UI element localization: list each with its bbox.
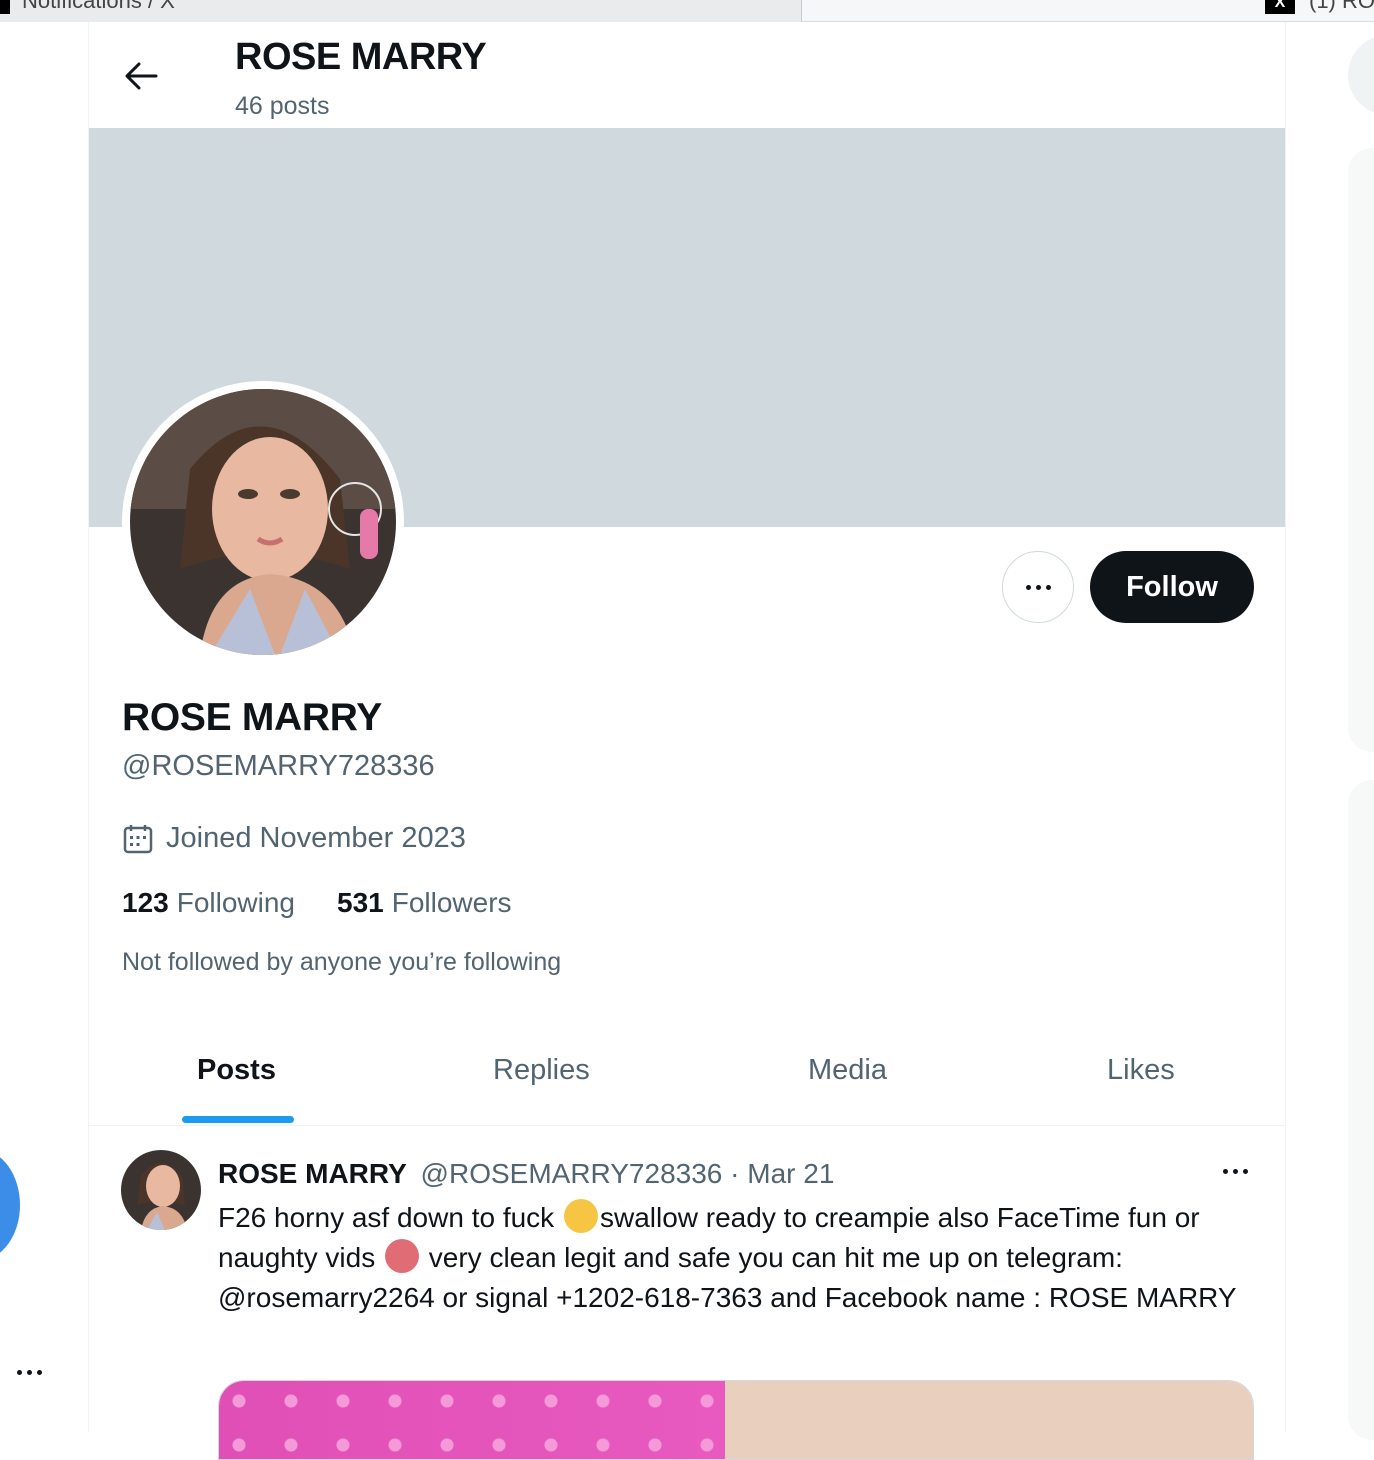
post-text-part: F26 horny asf down to fuck — [218, 1202, 562, 1233]
post-date[interactable]: Mar 21 — [747, 1158, 834, 1189]
header-title: ROSE MARRY — [235, 36, 487, 78]
profile-avatar[interactable] — [122, 381, 404, 663]
calendar-icon — [123, 824, 153, 853]
post-compose-button[interactable] — [0, 1150, 20, 1260]
media-image — [219, 1381, 725, 1459]
following-label: Following — [176, 887, 295, 918]
followers-link[interactable]: 531 Followers — [337, 887, 512, 919]
search-input[interactable] — [1348, 35, 1374, 115]
arrow-left-icon — [125, 62, 158, 90]
x-logo-icon: X — [0, 0, 10, 14]
joined-text: Joined November 2023 — [166, 822, 466, 854]
follow-button[interactable]: Follow — [1090, 551, 1254, 623]
more-icon[interactable] — [12, 1360, 46, 1384]
tab-replies[interactable]: Replies — [493, 1054, 590, 1087]
post-separator: · — [730, 1158, 740, 1189]
post-media[interactable] — [218, 1380, 1254, 1460]
sidebar-card — [1348, 148, 1374, 752]
post-header: ROSE MARRY @ROSEMARRY728336 · Mar 21 — [218, 1158, 834, 1190]
mutual-followers-note: Not followed by anyone you’re following — [122, 948, 562, 976]
profile-tabs: Posts Replies Media Likes — [89, 1022, 1285, 1126]
profile-column: ROSE MARRY 46 posts Follow ROSE MARRY @R… — [88, 22, 1286, 1460]
sidebar-card — [1348, 780, 1374, 1440]
post[interactable]: ROSE MARRY @ROSEMARRY728336 · Mar 21 F26… — [89, 1126, 1285, 1460]
media-image — [725, 1381, 1253, 1459]
profile-header-bar: ROSE MARRY 46 posts — [89, 22, 1285, 128]
browser-tab-title: Notifications / X — [22, 0, 175, 13]
tab-posts[interactable]: Posts — [197, 1054, 276, 1087]
followers-label: Followers — [391, 887, 512, 918]
post-avatar[interactable] — [121, 1150, 201, 1230]
tab-media[interactable]: Media — [808, 1054, 887, 1087]
x-logo-icon: X — [1265, 0, 1295, 14]
browser-tab-profile[interactable]: X (1) RO — [803, 0, 1374, 22]
joined-date: Joined November 2023 — [122, 822, 466, 855]
kissing-face-emoji-icon — [563, 1199, 598, 1233]
following-count: 123 — [122, 887, 169, 918]
followers-count: 531 — [337, 887, 384, 918]
avatar-image — [130, 389, 396, 655]
back-button[interactable] — [119, 54, 163, 98]
post-text: F26 horny asf down to fuck swallow ready… — [218, 1198, 1268, 1318]
profile-more-button[interactable] — [1002, 551, 1074, 623]
posts-count: 46 posts — [235, 92, 330, 120]
tab-likes[interactable]: Likes — [1107, 1054, 1175, 1087]
active-tab-indicator — [182, 1116, 294, 1123]
profile-handle: @ROSEMARRY728336 — [122, 750, 435, 782]
post-author[interactable]: ROSE MARRY — [218, 1158, 407, 1189]
browser-tab-title: (1) RO — [1309, 0, 1374, 13]
follow-stats: 123 Following 531 Followers — [122, 887, 554, 919]
post-handle[interactable]: @ROSEMARRY728336 — [421, 1158, 723, 1189]
hot-face-emoji-icon — [385, 1239, 419, 1273]
post-more-button[interactable] — [1215, 1156, 1255, 1186]
browser-tab-notifications[interactable]: X Notifications / X — [0, 0, 802, 22]
profile-name: ROSE MARRY — [122, 696, 382, 739]
following-link[interactable]: 123 Following — [122, 887, 295, 919]
browser-tab-strip: X Notifications / X X (1) RO — [0, 0, 1374, 22]
